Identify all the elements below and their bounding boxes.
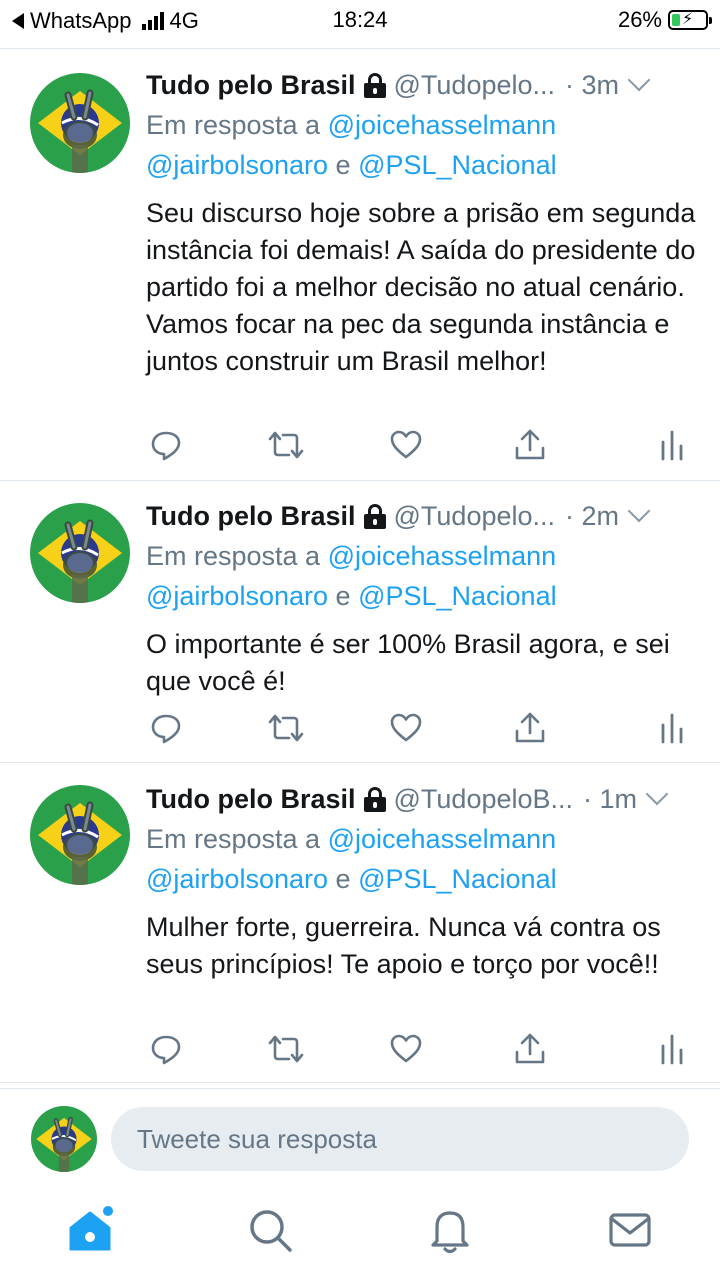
battery-icon: ⚡ [668,10,712,30]
lock-icon [363,504,386,529]
mention-link[interactable]: @PSL_Nacional [358,581,557,611]
reply-prefix: Em resposta a [146,824,321,854]
like-icon[interactable] [386,708,426,748]
tweet-author-handle[interactable]: @TudopeloB... [394,781,574,817]
share-icon[interactable] [510,1029,550,1069]
analytics-icon[interactable] [652,1029,692,1069]
reply-prefix: Em resposta a [146,541,321,571]
battery-percent: 26% [617,7,662,32]
status-bar: WhatsApp 4G 18:24 26% ⚡ [0,0,720,40]
tweet-actions [146,425,696,465]
tweet-time: · 3m [565,70,620,100]
avatar[interactable] [30,503,130,603]
tweet-time: · 2m [565,501,620,531]
mention-link[interactable]: @jairbolsonaro [146,864,328,894]
like-icon[interactable] [386,1029,426,1069]
share-icon[interactable] [510,708,550,748]
mention-link[interactable]: @PSL_Nacional [358,150,557,180]
chevron-down-icon[interactable] [645,782,669,806]
mention-link[interactable]: @jairbolsonaro [146,581,328,611]
tweet-actions [146,1029,696,1069]
reply-context: Em resposta a @joicehasselmann @jairbols… [146,105,696,185]
mention-link[interactable]: @jairbolsonaro [146,150,328,180]
retweet-icon[interactable] [266,425,306,465]
tab-bar [0,1190,720,1280]
reply-icon[interactable] [146,708,186,748]
tweet-author-handle[interactable]: @Tudopelo... [394,498,556,534]
reply-placeholder: Tweete sua resposta [137,1123,377,1154]
reply-context: Em resposta a @joicehasselmann @jairbols… [146,819,696,899]
messages-icon[interactable] [600,1200,660,1260]
reply-icon[interactable] [146,425,186,465]
search-icon[interactable] [240,1200,300,1260]
reply-icon[interactable] [146,1029,186,1069]
tweet[interactable]: Tudo pelo Brasil @Tudopelo... · 2m Em re… [0,481,720,763]
analytics-icon[interactable] [652,425,692,465]
analytics-icon[interactable] [652,708,692,748]
avatar[interactable] [30,785,130,885]
lock-icon [363,73,386,98]
tweet[interactable]: Tudo pelo Brasil @TudopeloB... · 1m Em r… [0,763,720,1083]
home-icon[interactable] [60,1200,120,1260]
tweet-text: Mulher forte, guerreira. Nunca vá contra… [146,912,661,979]
tweet[interactable]: Tudo pelo Brasil @Tudopelo... · 3m Em re… [0,49,720,481]
avatar[interactable] [30,73,130,173]
battery-status: 26% ⚡ [617,7,712,33]
reply-prefix: Em resposta a [146,110,321,140]
lock-icon [363,787,386,812]
reply-bar: Tweete sua resposta [0,1088,720,1188]
reply-input[interactable]: Tweete sua resposta [111,1107,689,1171]
reply-and: e [335,864,351,894]
tweet-author-name[interactable]: Tudo pelo Brasil [146,781,356,817]
tweet-time: · 1m [583,784,638,814]
reply-and: e [335,581,351,611]
tweet-author-name[interactable]: Tudo pelo Brasil [146,498,356,534]
mention-link[interactable]: @joicehasselmann [328,541,557,571]
retweet-icon[interactable] [266,708,306,748]
notifications-icon[interactable] [420,1200,480,1260]
tweet-author-name[interactable]: Tudo pelo Brasil [146,67,356,103]
mention-link[interactable]: @joicehasselmann [328,824,557,854]
chevron-down-icon[interactable] [627,499,651,523]
reply-context: Em resposta a @joicehasselmann @jairbols… [146,536,696,616]
avatar[interactable] [31,1106,97,1172]
share-icon[interactable] [510,425,550,465]
like-icon[interactable] [386,425,426,465]
mention-link[interactable]: @PSL_Nacional [358,864,557,894]
tweet-text: Seu discurso hoje sobre a prisão em segu… [146,198,696,376]
chevron-down-icon[interactable] [627,68,651,92]
tweet-author-handle[interactable]: @Tudopelo... [394,67,556,103]
tweet-text: O importante é ser 100% Brasil agora, e … [146,629,670,696]
status-time: 18:24 [332,7,388,32]
tweet-actions [146,708,696,748]
reply-and: e [335,150,351,180]
retweet-icon[interactable] [266,1029,306,1069]
mention-link[interactable]: @joicehasselmann [328,110,557,140]
